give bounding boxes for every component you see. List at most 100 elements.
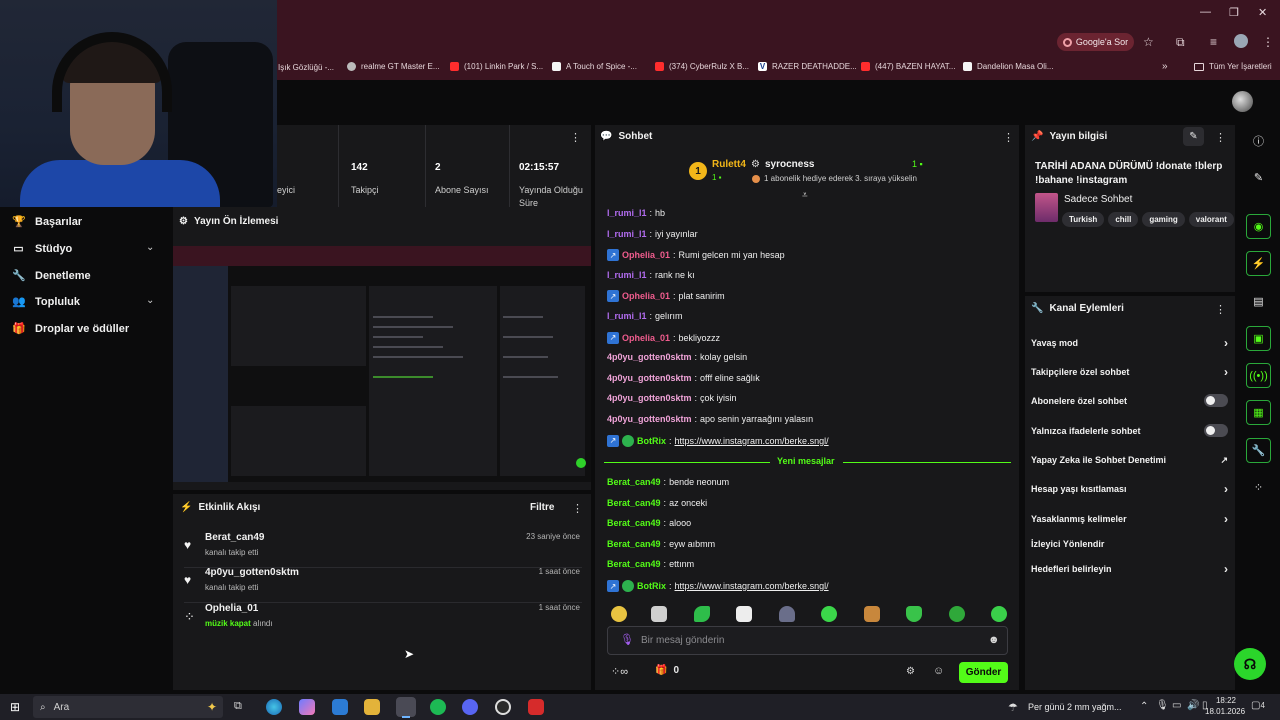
bookmark-item[interactable]: (374) CyberRulz X B... [655,62,749,71]
followers-only-row[interactable]: Takipçilere özel sohbet › [1031,365,1228,379]
chat-username[interactable]: Berat_can49 [607,559,661,569]
store-icon[interactable] [332,699,348,715]
nav-item-moderation[interactable]: 🔧 Denetleme [12,269,91,283]
bolt-icon[interactable]: ⚡ [1246,251,1271,276]
more-bookmarks-icon[interactable]: » [1162,61,1168,72]
media-queue-icon[interactable]: ≡ [1210,35,1217,49]
chat-username[interactable]: Berat_can49 [607,518,661,528]
tray-chevron-icon[interactable]: ⌃ [1140,701,1148,712]
emote-icon[interactable] [651,606,667,622]
tag[interactable]: Turkish [1062,212,1105,227]
tag[interactable]: gaming [1142,212,1185,227]
tag[interactable]: valorant [1188,212,1234,227]
more-options-icon[interactable]: ⋮ [572,502,583,515]
file-explorer-icon[interactable] [364,699,380,715]
bookmark-star-icon[interactable]: ☆ [1143,35,1154,49]
emote-icon[interactable] [949,606,965,622]
chat-username[interactable]: Ophelia_01 [622,333,670,343]
info-icon[interactable]: ⓘ [1246,128,1271,153]
discord-icon[interactable] [462,699,478,715]
task-view-icon[interactable]: ⧉ [234,700,242,713]
emote-icon[interactable] [736,606,752,622]
chevron-down-icon[interactable]: ⌄ [146,242,154,253]
emote-icon[interactable] [864,606,880,622]
taskbar-time[interactable]: 18:22 [1214,696,1238,705]
nav-item-studio[interactable]: ▭ Stüdyo [12,242,72,256]
expand-icon[interactable]: ⩡ [802,190,808,201]
chat-username[interactable]: BotRix [637,436,666,446]
gifter-name[interactable]: syrocness [765,159,814,170]
category-thumbnail[interactable] [1035,193,1058,222]
chat-username[interactable]: Berat_can49 [607,539,661,549]
bookmark-item[interactable]: V RAZER DEATHADDE... [758,62,857,71]
microphone-icon[interactable]: 🎙 [1156,700,1169,711]
gift-counter[interactable]: 🎁 0 [655,665,679,676]
close-icon[interactable]: ✕ [1258,6,1267,19]
ai-moderation-row[interactable]: Yapay Zeka ile Sohbet Denetimi ↗ [1031,455,1228,465]
nav-item-achievements[interactable]: 🏆 Başarılar [12,215,82,229]
banned-words-row[interactable]: Yasaklanmış kelimeler › [1031,512,1228,526]
leader-name[interactable]: Rulett4 [712,159,746,170]
chrome-icon[interactable] [396,697,416,717]
support-icon[interactable]: ☊ [1234,648,1266,680]
account-age-row[interactable]: Hesap yaşı kısıtlaması › [1031,482,1228,496]
emote-icon[interactable] [821,606,837,622]
nav-item-drops[interactable]: 🎁 Droplar ve ödüller [12,322,129,336]
chat-username[interactable]: 4p0yu_gotten0sktm [607,393,692,403]
chat-username[interactable]: Berat_can49 [607,498,661,508]
bookmark-item[interactable]: Dandelion Masa Oli... [963,62,1053,71]
filter-button[interactable]: Filtre [530,502,554,513]
bookmark-item[interactable]: realme GT Master E... [347,62,440,71]
minimize-icon[interactable]: — [1200,6,1211,18]
weather-text[interactable]: Per günü 2 mm yağm... [1028,702,1122,712]
wrench-icon[interactable]: 🔧 [1246,438,1271,463]
profile-avatar-icon[interactable] [1234,34,1248,48]
layout-icon[interactable]: ▦ [1246,400,1271,425]
spotify-icon[interactable] [430,699,446,715]
chat-username[interactable]: 4p0yu_gotten0sktm [607,352,692,362]
chat-username[interactable]: 4p0yu_gotten0sktm [607,373,692,383]
chat-link[interactable]: https://www.instagram.com/berke.sngl/ [675,436,829,446]
broadcast-icon[interactable]: ((•)) [1246,363,1271,388]
emote-icon[interactable] [779,606,795,622]
slow-mode-row[interactable]: Yavaş mod › [1031,336,1228,350]
chat-username[interactable]: 4p0yu_gotten0sktm [607,414,692,424]
notes-icon[interactable]: ▤ [1246,289,1271,314]
taskbar-date[interactable]: 18.01.2026 [1205,707,1245,716]
category-name[interactable]: Sadece Sohbet [1064,194,1132,205]
chat-username[interactable]: Ophelia_01 [622,291,670,301]
nav-item-community[interactable]: 👥 Topluluk [12,295,80,309]
pencil-icon[interactable]: ✎ [1246,165,1271,190]
chat-username[interactable]: Berat_can49 [607,477,661,487]
emote-icon[interactable] [611,606,627,622]
more-options-icon[interactable]: ⋮ [1215,131,1226,144]
emote-icon[interactable] [906,606,922,622]
windows-start-icon[interactable]: ⊞ [10,700,20,714]
edit-stream-info-button[interactable]: ✎ [1183,127,1204,146]
microphone-icon[interactable]: 🎙 [620,633,634,646]
emote-menu-icon[interactable]: ☺ [933,665,944,677]
more-options-icon[interactable]: ⋮ [1215,303,1226,316]
goals-row[interactable]: Hedefleri belirleyin › [1031,562,1228,576]
bookmark-item[interactable]: (101) Linkin Park / S... [450,62,543,71]
obs-icon[interactable] [495,699,511,715]
subscribers-only-toggle[interactable] [1204,394,1228,407]
channel-points-icon[interactable]: ⁘∞ [611,665,628,678]
edge-icon[interactable] [266,699,282,715]
network-icon[interactable]: ▭ [1172,700,1181,711]
raid-row[interactable]: İzleyici Yönlendir [1031,539,1228,549]
extensions-icon[interactable]: ⧉ [1176,35,1185,50]
camera-scene-icon[interactable]: ◉ [1246,214,1271,239]
app-icon[interactable] [528,699,544,715]
all-bookmarks-folder[interactable]: Tüm Yer İşaretleri [1194,62,1272,71]
stream-preview-video[interactable] [173,246,591,482]
google-ask-button[interactable]: Google'a Sor [1057,33,1134,51]
chat-bubble-icon[interactable]: ▣ [1246,326,1271,351]
browser-menu-icon[interactable]: ⋮ [1262,35,1274,49]
chat-input[interactable]: 🎙 Bir mesaj gönderin ☻ [607,626,1008,655]
chevron-down-icon[interactable]: ⌄ [146,295,154,306]
restore-icon[interactable]: ❐ [1229,6,1239,19]
points-icon[interactable]: ⁘ [1246,475,1271,500]
chat-username[interactable]: Ophelia_01 [622,250,670,260]
emote-only-toggle[interactable] [1204,424,1228,437]
